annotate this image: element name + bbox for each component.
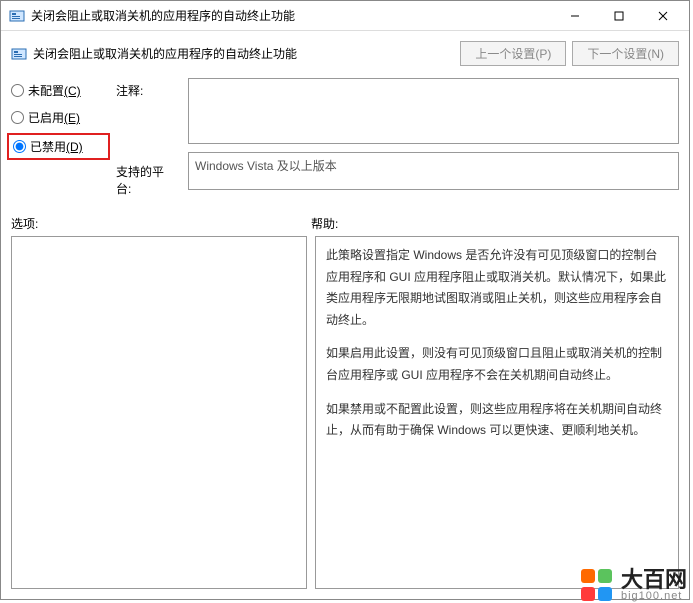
policy-icon (11, 46, 27, 62)
options-label: 选项: (11, 215, 311, 232)
field-inputs: Windows Vista 及以上版本 (188, 78, 679, 197)
content-area: 未配置(C) 已启用(E) 已禁用(D) 注释: 支持的平台: Windows … (1, 72, 689, 599)
help-panel: 此策略设置指定 Windows 是否允许没有可见顶级窗口的控制台应用程序和 GU… (315, 236, 679, 589)
minimize-button[interactable] (553, 2, 597, 30)
previous-setting-button[interactable]: 上一个设置(P) (460, 41, 566, 66)
platform-label: 支持的平台: (116, 163, 178, 197)
radio-group: 未配置(C) 已启用(E) 已禁用(D) (11, 78, 106, 197)
policy-title: 关闭会阻止或取消关机的应用程序的自动终止功能 (33, 45, 460, 62)
options-panel (11, 236, 307, 589)
comment-label: 注释: (116, 82, 178, 99)
panels: 此策略设置指定 Windows 是否允许没有可见顶级窗口的控制台应用程序和 GU… (11, 236, 679, 589)
radio-enabled-label: 已启用(E) (28, 109, 80, 126)
policy-icon (9, 8, 25, 24)
close-button[interactable] (641, 2, 685, 30)
radio-disabled-input[interactable] (13, 140, 26, 153)
window: 关闭会阻止或取消关机的应用程序的自动终止功能 关闭会阻止或取消关机的应用程序的自… (0, 0, 690, 600)
radio-not-configured-input[interactable] (11, 84, 24, 97)
next-setting-button[interactable]: 下一个设置(N) (572, 41, 679, 66)
help-paragraph-2: 如果启用此设置，则没有可见顶级窗口且阻止或取消关机的控制台应用程序或 GUI 应… (326, 343, 668, 386)
supported-platform: Windows Vista 及以上版本 (188, 152, 679, 190)
top-config-area: 未配置(C) 已启用(E) 已禁用(D) 注释: 支持的平台: Windows … (11, 78, 679, 197)
radio-disabled[interactable]: 已禁用(D) (7, 133, 110, 160)
radio-disabled-label: 已禁用(D) (30, 138, 83, 155)
radio-not-configured-label: 未配置(C) (28, 82, 81, 99)
radio-not-configured[interactable]: 未配置(C) (11, 82, 106, 99)
help-paragraph-3: 如果禁用或不配置此设置，则这些应用程序将在关机期间自动终止，从而有助于确保 Wi… (326, 399, 668, 442)
help-paragraph-1: 此策略设置指定 Windows 是否允许没有可见顶级窗口的控制台应用程序和 GU… (326, 245, 668, 331)
comment-input[interactable] (188, 78, 679, 144)
maximize-button[interactable] (597, 2, 641, 30)
window-title: 关闭会阻止或取消关机的应用程序的自动终止功能 (31, 7, 553, 24)
field-labels: 注释: 支持的平台: (116, 78, 178, 197)
window-controls (553, 2, 685, 30)
help-label: 帮助: (311, 215, 338, 232)
policy-header: 关闭会阻止或取消关机的应用程序的自动终止功能 上一个设置(P) 下一个设置(N) (1, 31, 689, 72)
titlebar: 关闭会阻止或取消关机的应用程序的自动终止功能 (1, 1, 689, 31)
radio-enabled[interactable]: 已启用(E) (11, 109, 106, 126)
panel-labels: 选项: 帮助: (11, 215, 679, 232)
radio-enabled-input[interactable] (11, 111, 24, 124)
